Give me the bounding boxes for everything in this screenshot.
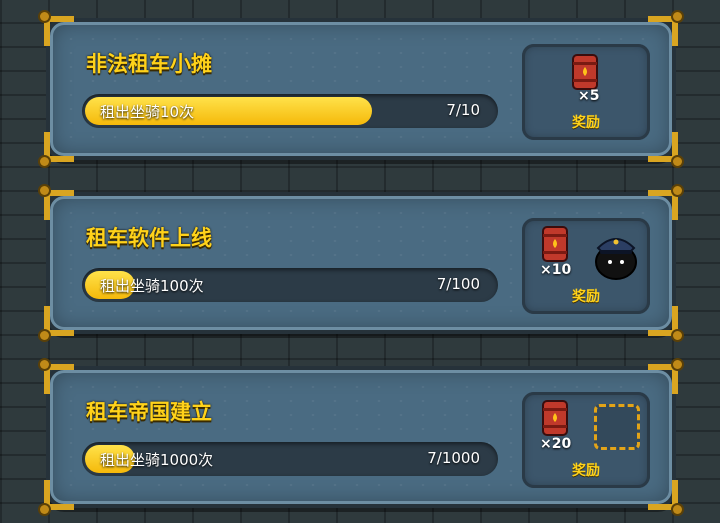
- reward-label: 奖励: [572, 115, 600, 131]
- fuel-barrel-icon: [542, 226, 568, 262]
- reward-box[interactable]: ×10 奖励: [522, 218, 650, 314]
- reward-box[interactable]: ×20 奖励: [522, 392, 650, 488]
- task-card-3: 租车帝国建立 租出坐骑1000次 7/1000 ×20 奖励: [40, 360, 682, 514]
- progress-label: 租出坐骑10次: [100, 103, 195, 121]
- progress-bar: 租出坐骑1000次 7/1000: [82, 442, 498, 476]
- task-title: 非法租车小摊: [86, 52, 212, 76]
- reward-count: ×20: [540, 436, 572, 452]
- black-blob-with-police-cap-icon: [595, 238, 637, 280]
- progress-count: 7/10: [446, 101, 480, 119]
- reward-label: 奖励: [572, 463, 600, 479]
- progress-count: 7/1000: [427, 449, 480, 467]
- fuel-barrel-icon: [572, 54, 598, 90]
- progress-bar: 租出坐骑100次 7/100: [82, 268, 498, 302]
- task-title: 租车帝国建立: [86, 400, 212, 424]
- progress-count: 7/100: [436, 275, 480, 293]
- reward-label: 奖励: [572, 289, 600, 305]
- task-title: 租车软件上线: [86, 226, 212, 250]
- progress-bar: 租出坐骑10次 7/10: [82, 94, 498, 128]
- progress-label: 租出坐骑100次: [100, 277, 204, 295]
- empty-reward-slot: [594, 404, 640, 450]
- reward-count: ×5: [578, 88, 600, 104]
- reward-box[interactable]: ×5 奖励: [522, 44, 650, 140]
- task-card-1: 非法租车小摊 租出坐骑10次 7/10 ×5 奖励: [40, 12, 682, 166]
- progress-label: 租出坐骑1000次: [100, 451, 214, 469]
- fuel-barrel-icon: [542, 400, 568, 436]
- reward-count: ×10: [540, 262, 572, 278]
- task-card-2: 租车软件上线 租出坐骑100次 7/100 ×10 奖励: [40, 186, 682, 340]
